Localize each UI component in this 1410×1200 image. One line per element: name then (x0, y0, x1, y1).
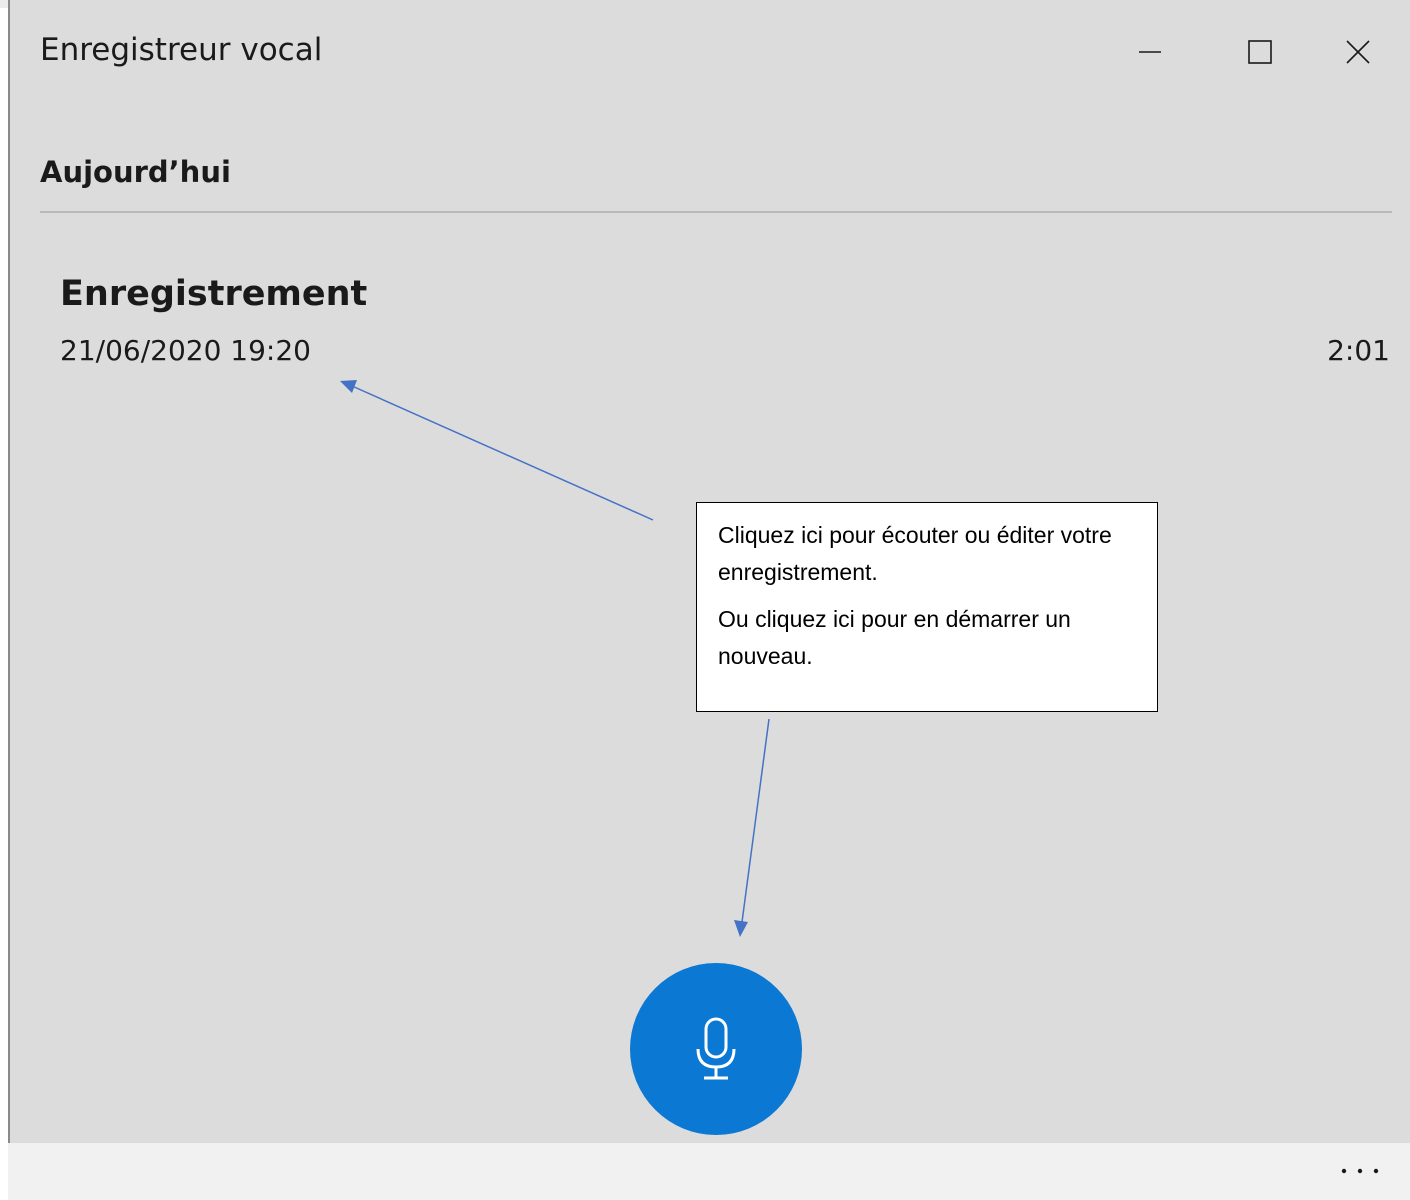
maximize-button[interactable] (1230, 22, 1290, 82)
title-bar[interactable]: Enregistreur vocal (10, 0, 1410, 100)
bottom-command-bar (8, 1143, 1410, 1200)
more-options-button[interactable] (1330, 1149, 1390, 1193)
recording-date: 21/06/2020 19:20 (60, 334, 311, 367)
maximize-icon (1248, 40, 1272, 64)
app-title: Enregistreur vocal (40, 32, 323, 68)
callout-text-new-recording: Ou cliquez ici pour en démarrer un nouve… (718, 606, 1071, 669)
record-button[interactable] (630, 963, 802, 1135)
close-icon (1346, 40, 1370, 64)
minimize-button[interactable] (1120, 22, 1180, 82)
microphone-icon (696, 1017, 736, 1080)
recording-name: Enregistrement (60, 274, 368, 314)
annotation-callout: Cliquez ici pour écouter ou éditer votre… (696, 502, 1158, 712)
recording-list-item[interactable]: Enregistrement 21/06/2020 19:20 2:01 (40, 262, 1390, 382)
callout-text-listen-edit: Cliquez ici pour écouter ou éditer votre… (718, 522, 1112, 585)
section-divider (40, 211, 1392, 213)
recording-duration: 2:01 (1327, 334, 1390, 367)
more-options-icon (1341, 1168, 1379, 1174)
close-button[interactable] (1328, 22, 1388, 82)
minimize-icon (1139, 51, 1161, 53)
section-header-today: Aujourd’hui (40, 155, 231, 189)
screenshot-stage: Enregistreur vocal Aujourd’hui Enregistr… (0, 0, 1410, 1200)
